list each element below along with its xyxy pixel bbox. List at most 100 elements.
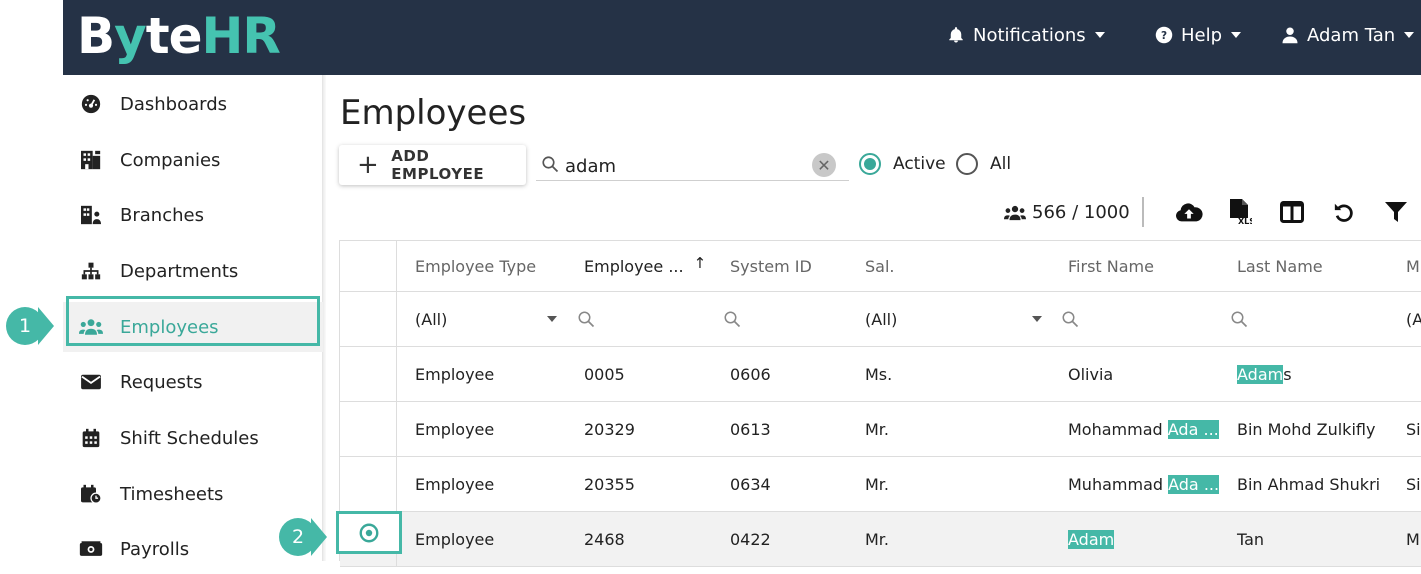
radio-checked-icon [859, 153, 881, 175]
table-row[interactable]: Employee 20329 0613 Mr. Mohammad Ada ...… [340, 402, 1421, 457]
sidebar-item-companies[interactable]: Companies [63, 135, 323, 185]
sort-ascending-icon: ↑ [693, 254, 707, 272]
bytehr-logo[interactable]: ByteHR [77, 6, 281, 66]
step-number: 1 [6, 307, 44, 345]
chevron-down-icon [1404, 32, 1415, 38]
page-title: Employees [340, 93, 527, 133]
search-highlight: Ada ... [1167, 419, 1219, 439]
step-callout-2: 2 [279, 518, 327, 556]
selection-column-filter [340, 292, 397, 346]
sidebar-item-label: Dashboards [120, 93, 228, 115]
sidebar-item-label: Companies [120, 149, 221, 171]
cell-first-name: Muhammad Ada ... [1068, 457, 1220, 511]
row-selector[interactable] [340, 402, 397, 456]
view-employee-button[interactable] [336, 511, 402, 554]
middle-filter[interactable]: (A [1406, 292, 1421, 346]
branch-building-icon [79, 203, 103, 227]
first-name-filter[interactable] [1061, 292, 1079, 346]
cell-employee-no: 2468 [584, 529, 625, 549]
sidebar-item-departments[interactable]: Departments [63, 246, 323, 296]
clear-search-icon[interactable]: ✕ [812, 153, 836, 177]
chevron-down-icon [1094, 32, 1105, 38]
export-excel-button[interactable]: XLS [1226, 198, 1254, 226]
building-icon [79, 148, 103, 172]
system-id-filter[interactable] [723, 292, 741, 346]
cell-first-name: Olivia [1068, 364, 1114, 384]
cell-middle: M [1406, 529, 1420, 549]
user-menu[interactable]: Adam Tan [1281, 22, 1415, 48]
logo-letters-te: te [145, 7, 203, 65]
column-header-label: Employee ... [584, 256, 684, 276]
cell-salutation: Mr. [865, 529, 889, 549]
sidebar-item-dashboards[interactable]: Dashboards [63, 79, 323, 129]
undo-icon [1334, 203, 1353, 222]
row-selector[interactable] [336, 511, 402, 566]
add-employee-button[interactable]: + ADD EMPLOYEE [339, 145, 526, 185]
table-row[interactable]: Employee 0005 0606 Ms. Olivia Adam s [340, 347, 1421, 402]
sidebar-item-shift-schedules[interactable]: Shift Schedules [63, 413, 323, 463]
radio-active-label: Active [893, 154, 946, 174]
sidebar-item-requests[interactable]: Requests [63, 357, 323, 407]
cell-middle: Si [1406, 419, 1421, 439]
last-name-rest: s [1283, 364, 1292, 384]
row-selector[interactable] [340, 347, 397, 401]
salutation-filter[interactable]: (All) [865, 292, 1055, 346]
column-header-salutation[interactable]: Sal. [865, 241, 895, 291]
grid-header-row: Employee Type Employee ... ↑ System ID S… [340, 241, 1421, 292]
sidebar-item-timesheets[interactable]: Timesheets [63, 469, 323, 519]
chevron-down-icon [1231, 32, 1242, 38]
filter-button[interactable] [1382, 198, 1410, 226]
employee-no-filter[interactable] [577, 292, 595, 346]
main-content: Employees + ADD EMPLOYEE ✕ Active All 56… [324, 75, 1421, 567]
user-name: Adam Tan [1307, 24, 1396, 46]
cell-employee-type: Employee [415, 529, 495, 549]
top-bar: ByteHR Notifications ? Help Adam Tan [63, 0, 1421, 75]
search-input[interactable] [565, 153, 805, 179]
svg-text:XLS: XLS [1238, 217, 1252, 226]
table-row[interactable]: Employee 2468 0422 Mr. Adam Tan M [336, 511, 1421, 567]
cell-salutation: Ms. [865, 364, 893, 384]
calendar-clock-icon [79, 482, 103, 506]
logo-letter-y: y [114, 7, 147, 65]
cell-last-name: Bin Ahmad Shukri [1237, 474, 1381, 494]
row-selector[interactable] [340, 457, 397, 511]
table-row[interactable]: Employee 20355 0634 Mr. Muhammad Ada ...… [340, 457, 1421, 512]
sitemap-icon [79, 259, 103, 283]
cell-first-name: Mohammad Ada ... [1068, 402, 1219, 456]
reset-button[interactable] [1330, 198, 1358, 226]
columns-button[interactable] [1278, 198, 1306, 226]
money-icon [79, 537, 103, 561]
cell-last-name: Tan [1237, 529, 1265, 549]
search-highlight: Adam [1237, 364, 1284, 384]
funnel-icon [1385, 202, 1407, 222]
help-menu[interactable]: ? Help [1155, 22, 1242, 48]
chevron-down-icon [547, 316, 557, 322]
filter-value: (All) [865, 309, 898, 329]
column-header-last-name[interactable]: Last Name [1237, 241, 1323, 291]
column-header-middle[interactable]: M [1406, 241, 1420, 291]
column-header-employee-type[interactable]: Employee Type [415, 241, 536, 291]
bell-icon [949, 27, 963, 43]
cloud-upload-icon [1176, 203, 1203, 222]
notifications-menu[interactable]: Notifications [947, 22, 1105, 48]
cell-employee-no: 20329 [584, 419, 635, 439]
column-header-employee-no[interactable]: Employee ... ↑ [584, 241, 706, 291]
filter-all-radio[interactable]: All [956, 153, 1011, 175]
cell-first-name: Adam [1068, 512, 1115, 566]
employee-count: 566 / 1000 [1004, 202, 1130, 223]
logo-letters-hr: HR [201, 7, 281, 65]
filter-active-radio[interactable]: Active [859, 153, 946, 175]
upload-cloud-button[interactable] [1175, 198, 1203, 226]
last-name-filter[interactable] [1230, 292, 1248, 346]
selection-column-header [340, 241, 397, 291]
cell-last-name: Adam s [1237, 347, 1292, 401]
plus-icon: + [357, 150, 380, 180]
employee-type-filter[interactable]: (All) [415, 292, 565, 346]
column-header-first-name[interactable]: First Name [1068, 241, 1154, 291]
sidebar-item-branches[interactable]: Branches [63, 190, 323, 240]
cell-last-name: Bin Mohd Zulkifly [1237, 419, 1376, 439]
search-icon [578, 311, 595, 328]
search-highlight: Adam [1068, 529, 1115, 549]
column-header-system-id[interactable]: System ID [730, 241, 812, 291]
toolbar-divider [1142, 197, 1144, 227]
